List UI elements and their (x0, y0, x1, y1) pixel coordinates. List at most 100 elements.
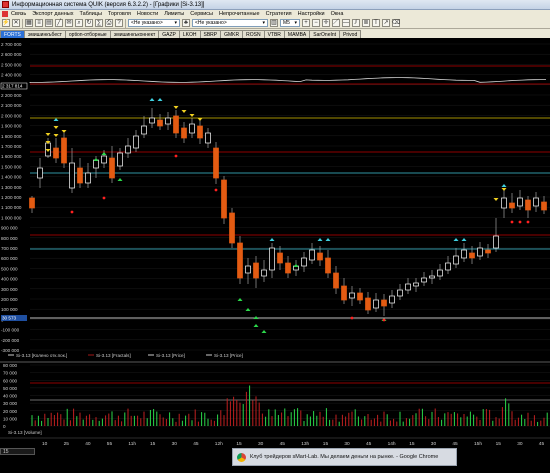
zoom-in-icon[interactable]: + (302, 19, 310, 27)
interval-select-value: M5 (283, 20, 290, 26)
account-select[interactable]: <Не указано> ▾ (128, 19, 180, 27)
tab-3[interactable]: option-отборные (64, 30, 111, 38)
candle-body (85, 172, 91, 184)
legend-label: Si-3.13 [Volume] (8, 430, 42, 435)
interval-icon[interactable]: ▥ (270, 19, 278, 27)
menu-item-trading[interactable]: Торговля (108, 11, 131, 17)
menu-item-tables[interactable]: Таблицы (79, 11, 101, 17)
x-tick-label: 15 (496, 441, 502, 447)
instrument-select-value: <Не указано> (195, 20, 227, 26)
tab-4[interactable]: эмишинкъконнект (109, 30, 160, 38)
tab-sbrp[interactable]: SBRP (199, 30, 222, 38)
line-tool-icon[interactable]: ／ (332, 19, 340, 27)
fractal-up-arrow (293, 264, 299, 267)
instrument-icon[interactable]: ♣ (182, 19, 190, 27)
candle-body (237, 242, 243, 279)
candle-body (477, 247, 483, 257)
volume-y-tick-label: 80 000 (3, 363, 17, 368)
menu-app-icon[interactable] (2, 11, 8, 17)
menu-item-news[interactable]: Новости (137, 11, 158, 17)
x-tick-label: 45 (193, 441, 199, 447)
help-icon[interactable]: ? (115, 19, 123, 27)
taskbar-chrome-button[interactable]: Клуб трейдеров sMart-Lab. Мы делаем день… (232, 448, 457, 466)
y-tick-label: 800 000 (1, 236, 18, 241)
price-chart-svg[interactable]: 2 700 0002 600 0002 500 0002 400 0002 30… (0, 38, 550, 448)
fractal-down-arrow (61, 130, 67, 133)
calc-icon[interactable]: ∑ (95, 19, 103, 27)
candle-body (261, 269, 267, 277)
menu-item-unread[interactable]: Непрочитанные (219, 11, 260, 17)
candle-body (125, 145, 131, 154)
volume-y-tick-label: 0 (3, 424, 6, 429)
text-tool-icon[interactable]: T (372, 19, 380, 27)
trades-icon[interactable]: ▤ (45, 19, 53, 27)
candle-body (61, 137, 67, 164)
tab-vtbr[interactable]: VTBR (263, 30, 285, 38)
y-tick-label: 2 600 000 (1, 52, 22, 57)
candle-body (493, 235, 499, 249)
candle-body (165, 117, 171, 125)
candle-body (141, 125, 147, 135)
fractal-down-arrow (181, 110, 187, 113)
chart-icon[interactable]: ╱ (55, 19, 63, 27)
tab-privod[interactable]: Privod (339, 30, 362, 38)
tab-gazp[interactable]: GAZP (158, 30, 180, 38)
crosshair-icon[interactable]: ✛ (322, 19, 330, 27)
fractal-down-arrow (501, 188, 507, 191)
range-selector[interactable]: 15 (0, 448, 35, 455)
y-tick-label: 1 800 000 (1, 134, 22, 139)
menu-item-limits[interactable]: Лимиты (164, 11, 184, 17)
tab-rosn[interactable]: ROSN (242, 30, 265, 38)
candle-body (517, 197, 523, 207)
print-icon[interactable]: ⎙ (105, 19, 113, 27)
peak-marker (325, 238, 331, 241)
candle-body (333, 272, 339, 289)
interval-select[interactable]: M5 ▾ (280, 19, 300, 27)
tab-lkoh[interactable]: LKOH (178, 30, 201, 38)
y-tick-label: 1 300 000 (1, 185, 22, 190)
tab-2[interactable]: эмишинкъбест (23, 30, 66, 38)
channel-tool-icon[interactable]: ⫽ (352, 19, 360, 27)
x-tick-label: 15 (409, 441, 415, 447)
menu-item-connection[interactable]: Связь (11, 11, 26, 17)
candle-body (501, 197, 507, 209)
arrow-tool-icon[interactable]: ↗ (382, 19, 390, 27)
table-icon[interactable]: ▦ (25, 19, 33, 27)
connect-icon[interactable]: ⚡ (2, 19, 10, 27)
fractal-up-arrow (253, 316, 259, 319)
candle-body (269, 247, 275, 271)
search-icon[interactable]: ⌕ (75, 19, 83, 27)
candle-body (53, 147, 59, 159)
price-label: 30 573 (2, 316, 16, 321)
candle-body (245, 265, 251, 274)
orders-icon[interactable]: ≡ (35, 19, 43, 27)
tab-gmkr[interactable]: GMKR (220, 30, 244, 38)
delete-tool-icon[interactable]: ⌫ (392, 19, 400, 27)
menu-item-export[interactable]: Экспорт данных (32, 11, 73, 17)
zoom-out-icon[interactable]: − (312, 19, 320, 27)
instrument-select[interactable]: <Не указано> ▾ (192, 19, 268, 27)
candle-body (181, 127, 187, 139)
chrome-icon (237, 452, 246, 462)
candle-body (117, 152, 123, 167)
menu-item-services[interactable]: Сервисы (190, 11, 213, 17)
x-tick-label: 55 (107, 441, 113, 447)
news-icon[interactable]: ✉ (65, 19, 73, 27)
refresh-icon[interactable]: ↻ (85, 19, 93, 27)
candle-body (221, 179, 227, 219)
menu-item-windows[interactable]: Окна (331, 11, 344, 17)
tab-forts[interactable]: FORTS (0, 30, 25, 38)
fibo-tool-icon[interactable]: ≣ (362, 19, 370, 27)
hline-tool-icon[interactable]: ― (342, 19, 350, 27)
legend-label: Si-3.13 [Fractals] (96, 353, 131, 358)
chart-area[interactable]: 2 700 0002 600 0002 500 0002 400 0002 30… (0, 38, 550, 448)
candle-body (149, 117, 155, 124)
tab-mamba[interactable]: MAMBA (283, 30, 311, 38)
x-tick-label: 30 (517, 441, 523, 447)
tab-saroneint[interactable]: SarOneInt (309, 30, 341, 38)
workspace-tabs: FORTS эмишинкъбест option-отборные эмиши… (0, 29, 550, 38)
disconnect-icon[interactable]: ✕ (12, 19, 20, 27)
menu-item-strategy[interactable]: Стратегия (266, 11, 292, 17)
menu-item-settings[interactable]: Настройки (298, 11, 325, 17)
y-tick-label: 2 100 000 (1, 103, 22, 108)
